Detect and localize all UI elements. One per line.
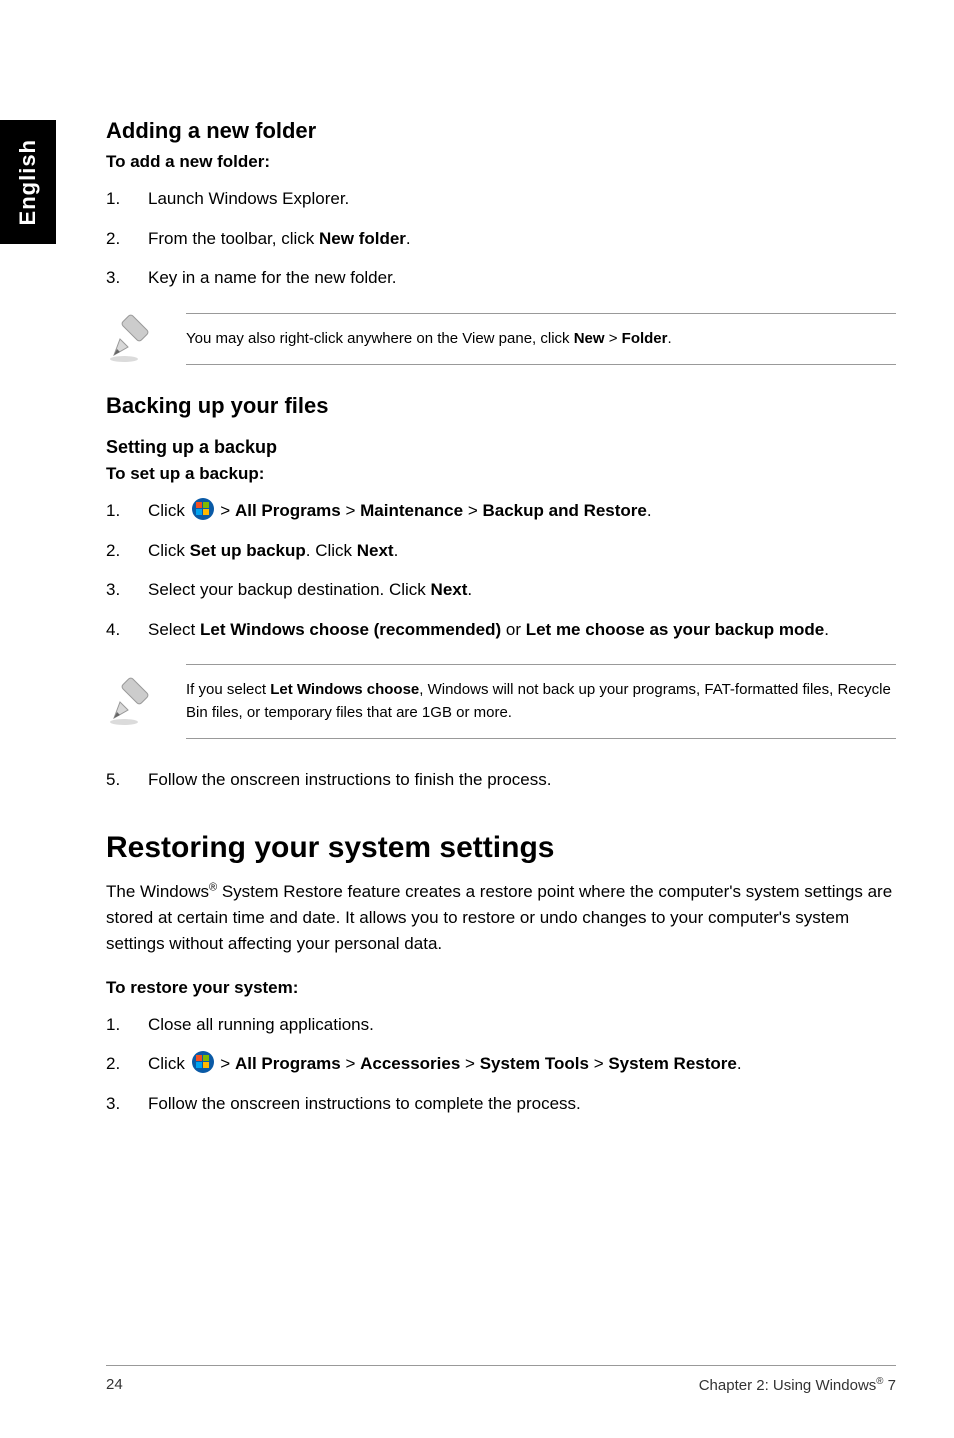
step-text: Key in a name for the new folder. bbox=[148, 265, 896, 291]
pencil-icon bbox=[106, 313, 158, 365]
step-item: From the toolbar, click New folder. bbox=[106, 226, 896, 252]
step-item: Launch Windows Explorer. bbox=[106, 186, 896, 212]
step-item: Select your backup destination. Click Ne… bbox=[106, 577, 896, 603]
lead-add-folder: To add a new folder: bbox=[106, 152, 896, 172]
step-text: Click Set up backup. Click Next. bbox=[148, 538, 896, 564]
chapter-label: Chapter 2: Using Windows® 7 bbox=[699, 1376, 896, 1394]
windows-start-icon bbox=[192, 1051, 214, 1073]
lead-restore-system: To restore your system: bbox=[106, 978, 896, 998]
step-item: Click > All Programs > Maintenance > Bac… bbox=[106, 498, 896, 524]
step-text: Click > All Programs > Accessories > Sys… bbox=[148, 1051, 896, 1077]
note-text: If you select Let Windows choose, Window… bbox=[186, 664, 896, 739]
heading-backing-up: Backing up your files bbox=[106, 393, 896, 419]
language-tab: English bbox=[0, 120, 56, 244]
page-content: Adding a new folder To add a new folder:… bbox=[106, 118, 896, 1136]
step-item: Close all running applications. bbox=[106, 1012, 896, 1038]
windows-start-icon bbox=[192, 498, 214, 520]
note-block: If you select Let Windows choose, Window… bbox=[106, 664, 896, 739]
language-tab-label: English bbox=[15, 139, 41, 225]
step-text: Click > All Programs > Maintenance > Bac… bbox=[148, 498, 896, 524]
page-number: 24 bbox=[106, 1376, 123, 1394]
step-text: Select your backup destination. Click Ne… bbox=[148, 577, 896, 603]
steps-backup: Click > All Programs > Maintenance > Bac… bbox=[106, 498, 896, 642]
steps-add-folder: Launch Windows Explorer. From the toolba… bbox=[106, 186, 896, 291]
heading-adding-folder: Adding a new folder bbox=[106, 118, 896, 144]
step-text: Select Let Windows choose (recommended) … bbox=[148, 617, 896, 643]
step-text: Follow the onscreen instructions to fini… bbox=[148, 767, 896, 793]
page-footer: 24 Chapter 2: Using Windows® 7 bbox=[106, 1365, 896, 1394]
step-text: Follow the onscreen instructions to comp… bbox=[148, 1091, 896, 1117]
step-item: Click > All Programs > Accessories > Sys… bbox=[106, 1051, 896, 1077]
step-item: Key in a name for the new folder. bbox=[106, 265, 896, 291]
step-item: Click Set up backup. Click Next. bbox=[106, 538, 896, 564]
step-item: Select Let Windows choose (recommended) … bbox=[106, 617, 896, 643]
lead-setup-backup: To set up a backup: bbox=[106, 464, 896, 484]
heading-restoring: Restoring your system settings bbox=[106, 831, 896, 865]
steps-restore: Close all running applications. Click > … bbox=[106, 1012, 896, 1117]
heading-setting-up-backup: Setting up a backup bbox=[106, 437, 896, 458]
step-item: Follow the onscreen instructions to comp… bbox=[106, 1091, 896, 1117]
pencil-icon bbox=[106, 676, 158, 728]
note-block: You may also right-click anywhere on the… bbox=[106, 313, 896, 366]
step-item: Follow the onscreen instructions to fini… bbox=[106, 767, 896, 793]
step-text: Close all running applications. bbox=[148, 1012, 896, 1038]
step-text: Launch Windows Explorer. bbox=[148, 186, 896, 212]
restoring-intro: The Windows® System Restore feature crea… bbox=[106, 879, 896, 958]
note-text: You may also right-click anywhere on the… bbox=[186, 313, 896, 366]
steps-backup-continued: Follow the onscreen instructions to fini… bbox=[106, 767, 896, 793]
step-text: From the toolbar, click New folder. bbox=[148, 226, 896, 252]
